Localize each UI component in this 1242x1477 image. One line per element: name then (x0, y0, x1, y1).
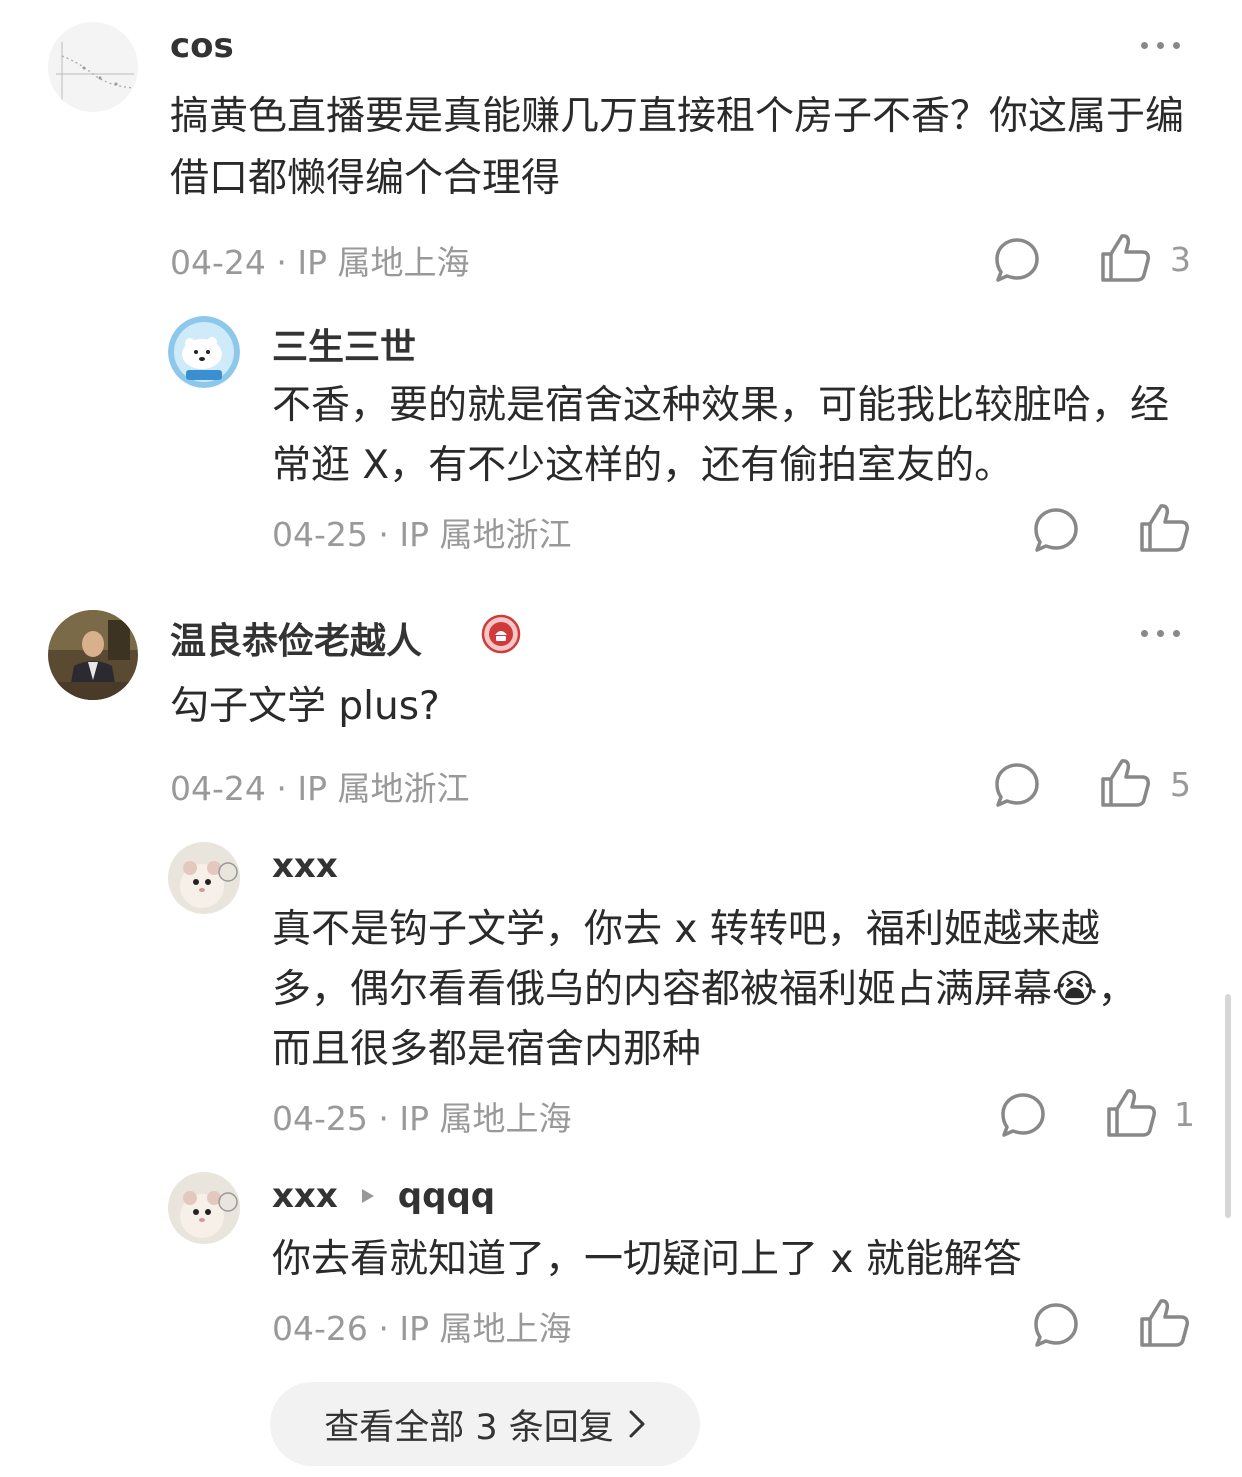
like-count: 5 (1170, 765, 1191, 804)
comment-date: 04-24 (170, 243, 266, 282)
dot-icon (1157, 42, 1164, 49)
comment-meta: 04-24 · IP 属地上海 (170, 243, 470, 282)
comment-date: 04-24 (170, 769, 266, 808)
reply-icon[interactable] (998, 1090, 1048, 1140)
man-photo-avatar-icon (48, 610, 138, 700)
ip-location: IP 属地浙江 (399, 515, 572, 554)
reply-arrow-icon (360, 1187, 376, 1205)
view-all-replies-button[interactable]: 查看全部 3 条回复 (270, 1382, 700, 1466)
like-button[interactable] (1104, 1085, 1158, 1139)
username[interactable]: 温良恭俭老越人 (170, 612, 422, 664)
thumbs-up-icon (1140, 1299, 1189, 1347)
thumbs-up-icon (1107, 1089, 1156, 1137)
like-button[interactable] (1137, 1295, 1191, 1349)
reply-meta: 04-25 · IP 属地浙江 (272, 515, 572, 554)
username[interactable]: 三生三世 (272, 318, 416, 370)
hamster-avatar-icon (168, 842, 240, 914)
like-button[interactable] (1098, 755, 1152, 809)
reply-icon[interactable] (1031, 505, 1081, 555)
avatar[interactable] (168, 316, 240, 388)
comment-meta: 04-24 · IP 属地浙江 (170, 769, 470, 808)
reply-header: xxx qqqq (272, 1176, 495, 1216)
reply-meta: 04-25 · IP 属地上海 (272, 1099, 572, 1138)
polar-bear-avatar-icon (168, 316, 240, 388)
comment-text: 勾子文学 plus? (170, 684, 440, 729)
chevron-right-icon (628, 1409, 646, 1439)
like-count: 3 (1170, 240, 1191, 279)
reply-to-username[interactable]: qqqq (398, 1176, 495, 1216)
dot-icon (1173, 42, 1180, 49)
reply-text: 真不是钩子文学，你去 x 转转吧，福利姬越来越多，偶尔看看俄乌的内容都被福利姬占… (272, 907, 1137, 1072)
reply-icon[interactable] (992, 760, 1042, 810)
reply-date: 04-25 (272, 515, 368, 554)
reply-icon[interactable] (1031, 1300, 1081, 1350)
reply-meta: 04-26 · IP 属地上海 (272, 1309, 572, 1348)
more-options-button[interactable] (1141, 42, 1180, 49)
ip-location: IP 属地上海 (297, 243, 470, 282)
ip-location: IP 属地浙江 (297, 769, 470, 808)
reply-date: 04-26 (272, 1309, 368, 1348)
chart-avatar-icon (48, 22, 138, 112)
avatar[interactable] (48, 610, 138, 700)
comment-text: 搞黄色直播要是真能赚几万直接租个房子不香？你这属于编借口都懒得编个合理得 (170, 94, 1185, 201)
username[interactable]: xxx (272, 846, 338, 886)
reply-date: 04-25 (272, 1099, 368, 1138)
reply-text: 不香，要的就是宿舍这种效果，可能我比较脏哈，经常逛 X，有不少这样的，还有偷拍室… (272, 383, 1170, 488)
like-button[interactable] (1137, 500, 1191, 554)
red-badge-icon (481, 614, 521, 654)
like-count: 1 (1174, 1095, 1195, 1134)
hamster-avatar-icon (168, 1172, 240, 1244)
dot-icon (1173, 630, 1180, 637)
thumbs-up-icon (1140, 504, 1189, 552)
dot-icon (1141, 630, 1148, 637)
avatar[interactable] (48, 22, 138, 112)
ip-location: IP 属地上海 (399, 1099, 572, 1138)
more-options-button[interactable] (1141, 630, 1180, 637)
reply-text: 你去看就知道了，一切疑问上了 x 就能解答 (272, 1237, 1022, 1282)
avatar[interactable] (168, 1172, 240, 1244)
avatar[interactable] (168, 842, 240, 914)
username[interactable]: cos (170, 26, 234, 66)
dot-icon (1141, 42, 1148, 49)
username[interactable]: xxx (272, 1176, 338, 1216)
reply-icon[interactable] (992, 235, 1042, 285)
thumbs-up-icon (1101, 234, 1150, 282)
scrollbar[interactable] (1225, 994, 1231, 1218)
thumbs-up-icon (1101, 759, 1150, 807)
ip-location: IP 属地上海 (399, 1309, 572, 1348)
dot-icon (1157, 630, 1164, 637)
like-button[interactable] (1098, 230, 1152, 284)
view-all-label: 查看全部 3 条回复 (324, 1407, 614, 1448)
